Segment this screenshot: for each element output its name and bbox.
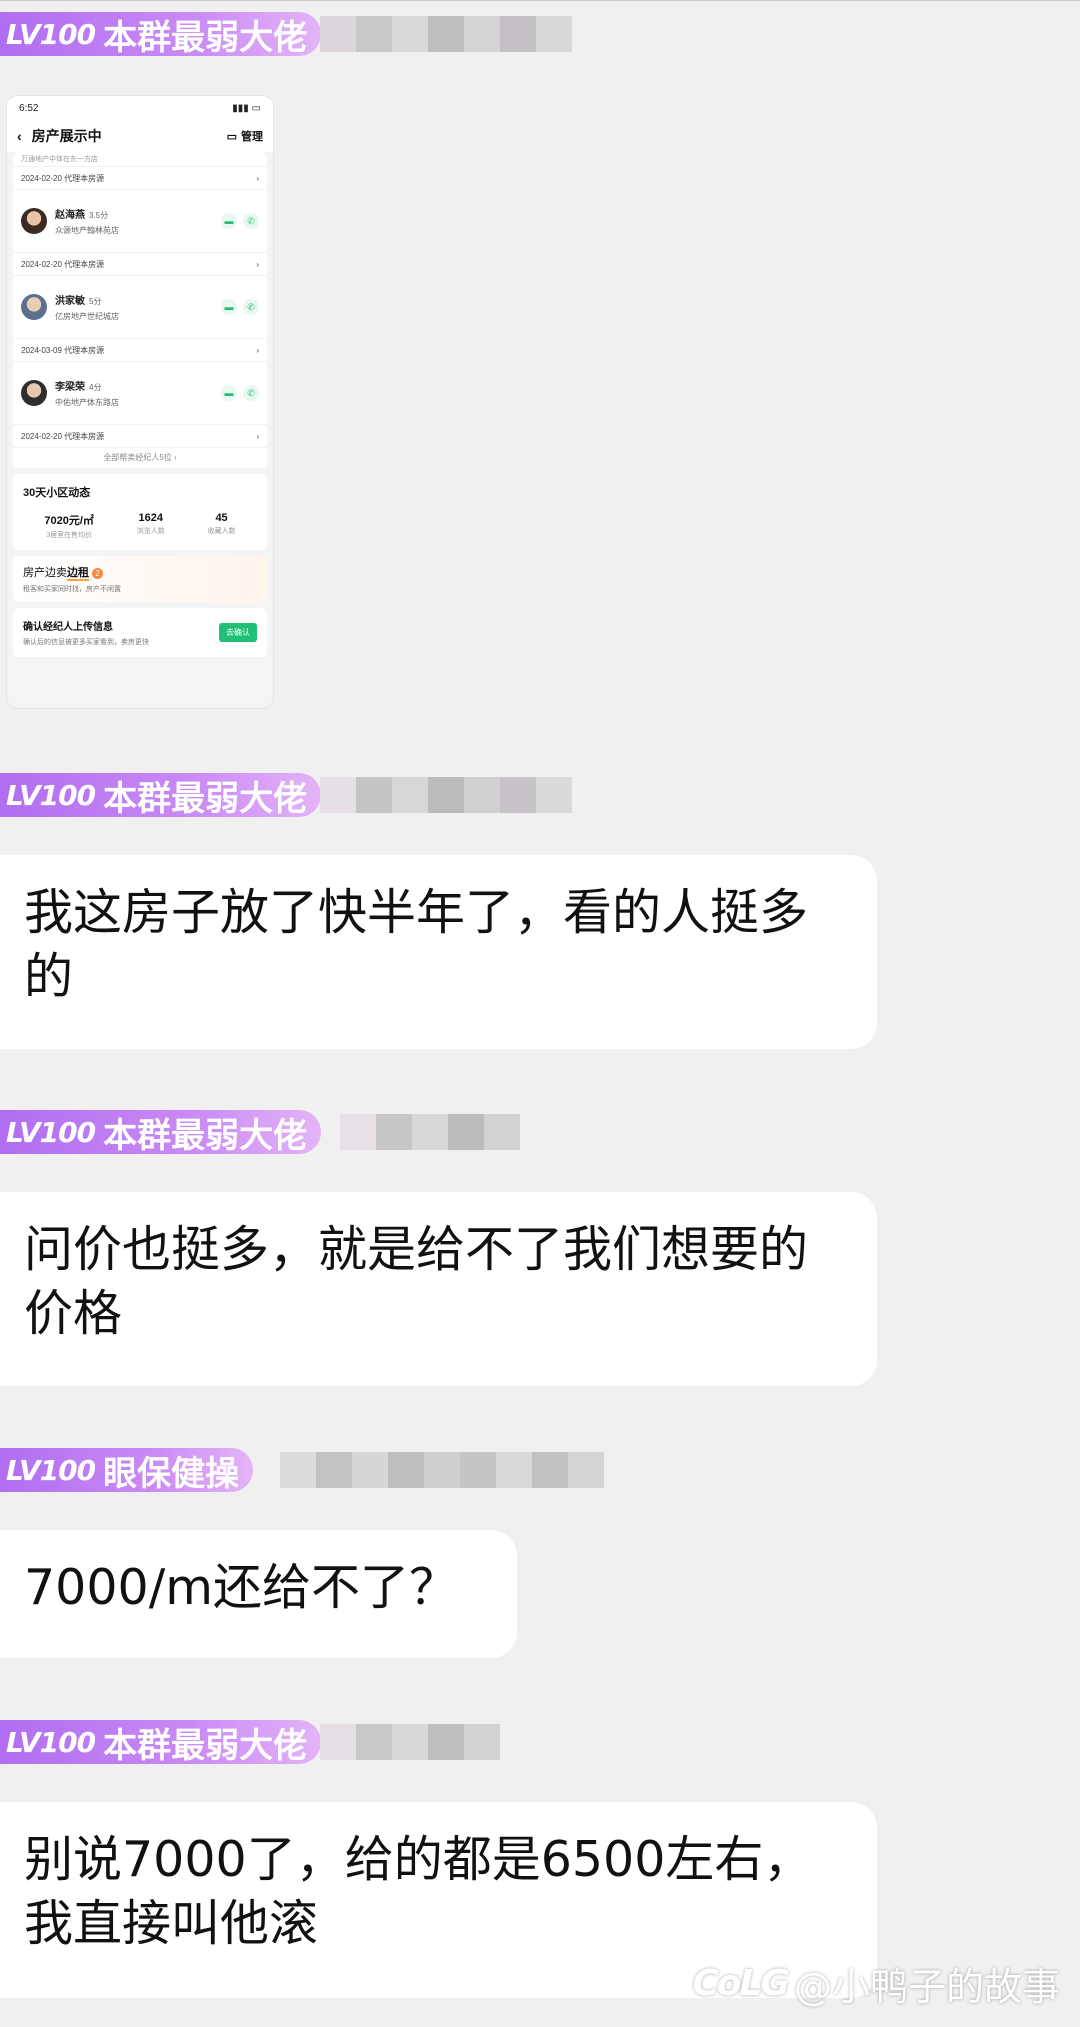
agent-date-row: 2024-02-20 代理本房源 › [13, 167, 267, 190]
member-title: 本群最弱大佬 [103, 778, 308, 819]
status-time: 6:52 [19, 102, 39, 114]
watermark-text: @小鸭子的故事 [793, 1964, 1060, 2009]
blurred-nickname [340, 1110, 520, 1154]
level-badge: LV100 [6, 1453, 96, 1487]
member-tag[interactable]: LV100 本群最弱大佬 [0, 1110, 322, 1156]
partial-row: 万通地产中体在东一方店 [13, 152, 267, 167]
chat-icon: ▬ [221, 299, 237, 315]
agent-company: 众源地产翰林苑店 [55, 226, 119, 235]
agent-score: 4分 [89, 383, 102, 392]
top-divider [0, 0, 1080, 1]
community-stats-card: 30天小区动态 7020元/㎡ 3居室在售均价 1624 浏览人数 45 收藏人数 [13, 474, 267, 550]
member-title: 眼保健操 [103, 1453, 240, 1494]
watermark: CoLG @小鸭子的故事 [692, 1958, 1060, 2009]
blurred-nickname [320, 12, 572, 56]
chevron-right-icon: › [256, 345, 259, 355]
level-badge: LV100 [6, 1115, 96, 1149]
stat-label: 收藏人数 [207, 528, 236, 535]
blurred-nickname [320, 773, 572, 817]
confirm-button: 去确认 [219, 623, 257, 642]
blurred-nickname [320, 1720, 500, 1764]
member-title: 本群最弱大佬 [103, 17, 308, 58]
member-title: 本群最弱大佬 [103, 1725, 308, 1766]
phone-icon: ✆ [243, 385, 259, 401]
level-badge: LV100 [6, 1725, 96, 1759]
member-tag[interactable]: LV100 本群最弱大佬 [0, 1720, 322, 1766]
agent-company: 亿房地产世纪城店 [55, 312, 119, 321]
stat-value: 7020元/㎡ [44, 515, 94, 527]
confirm-card: 确认经纪人上传信息 确认后的信息被更多买家看到，卖房更快 去确认 [13, 608, 267, 657]
agent-name: 洪家敏 [55, 296, 85, 307]
chat-icon: ▬ [221, 213, 237, 229]
stat-label: 3居室在售均价 [46, 532, 93, 539]
agent-card: 万通地产中体在东一方店 2024-02-20 代理本房源 › 赵海燕 3.5分 众源… [13, 152, 267, 468]
signal-battery-icon: ▮▮▮ ▭ [232, 102, 261, 114]
message-bubble[interactable]: 问价也挺多，就是给不了我们想要的价格 [0, 1192, 877, 1386]
agent-score: 5分 [89, 297, 102, 306]
chevron-right-icon: › [256, 173, 259, 183]
status-bar: 6:52 ▮▮▮ ▭ [7, 96, 273, 120]
member-tag[interactable]: LV100 本群最弱大佬 [0, 12, 322, 58]
nav-bar: ‹ 房产展示中 ▭ 管理 [7, 120, 273, 152]
phone-icon: ✆ [243, 299, 259, 315]
house-listing-screenshot[interactable]: 6:52 ▮▮▮ ▭ ‹ 房产展示中 ▭ 管理 万通地产中体在东一方店 2024-… [6, 95, 274, 709]
member-title: 本群最弱大佬 [103, 1115, 308, 1156]
agent-score: 3.5分 [89, 211, 109, 220]
manage-button: ▭ 管理 [226, 130, 263, 144]
stat-value: 1624 [138, 512, 163, 524]
phone-icon: ✆ [243, 213, 259, 229]
agent-row: 赵海燕 3.5分 众源地产翰林苑店 ▬ ✆ [13, 190, 267, 253]
agent-date-row: 2024-03-09 代理本房源 › [13, 339, 267, 362]
message-icon: ▭ [226, 130, 237, 143]
agent-row: 李梁荣 4分 中佑地产体东路店 ▬ ✆ [13, 362, 267, 425]
agent-avatar [21, 380, 47, 406]
level-badge: LV100 [6, 17, 96, 51]
back-icon: ‹ [17, 128, 22, 144]
level-badge: LV100 [6, 778, 96, 812]
agent-avatar [21, 208, 47, 234]
agent-name: 赵海燕 [55, 210, 85, 221]
badge-icon: 2 [92, 568, 103, 579]
member-tag[interactable]: LV100 本群最弱大佬 [0, 773, 322, 819]
agent-company: 中佑地产体东路店 [55, 398, 119, 407]
stat-value: 45 [215, 512, 228, 524]
chevron-right-icon: › [256, 431, 259, 441]
nav-title: 房产展示中 [31, 128, 102, 144]
agent-avatar [21, 294, 47, 320]
chevron-right-icon: › [256, 259, 259, 269]
agent-name: 李梁荣 [55, 382, 85, 393]
message-bubble[interactable]: 我这房子放了快半年了，看的人挺多的 [0, 855, 877, 1049]
message-bubble[interactable]: 7000/m还给不了？ [0, 1530, 517, 1658]
agent-date-row: 2024-02-20 代理本房源 › [13, 253, 267, 276]
agent-row: 洪家敏 5分 亿房地产世纪城店 ▬ ✆ [13, 276, 267, 339]
more-agents-link: 全部帮卖经纪人5位 › [103, 453, 177, 462]
blurred-nickname [280, 1448, 604, 1492]
agent-date-row: 2024-02-20 代理本房源 › [13, 425, 267, 448]
rent-promo-card: 房产边卖边租 2 租客和买家同时找，房产不闲置 [13, 556, 267, 602]
colg-logo: CoLG [692, 1962, 790, 2004]
member-tag[interactable]: LV100 眼保健操 [0, 1448, 254, 1494]
stat-label: 浏览人数 [136, 528, 165, 535]
stats-title: 30天小区动态 [23, 487, 91, 499]
chat-icon: ▬ [221, 385, 237, 401]
